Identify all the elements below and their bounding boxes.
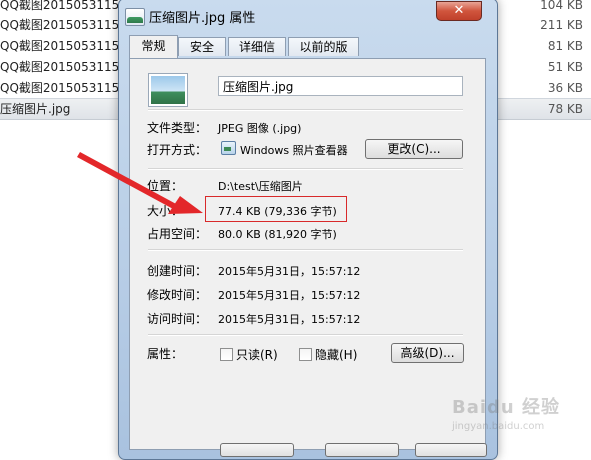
file-type-label: 文件类型： — [147, 121, 208, 135]
hidden-checkbox[interactable] — [299, 348, 312, 361]
location-label: 位置： — [147, 179, 184, 193]
properties-dialog: 压缩图片.jpg 属性 ✕ 常规 安全 详细信息 以前的版本 文件类型： JPE… — [118, 0, 498, 460]
general-tab-panel: 文件类型： JPEG 图像 (.jpg) 打开方式： Windows 照片查看器… — [129, 58, 486, 450]
open-with-label: 打开方式： — [147, 143, 208, 157]
hidden-label[interactable]: 隐藏(H) — [315, 346, 357, 363]
baidu-watermark: Baidu 经验 jingyan.baidu.com — [452, 393, 560, 432]
size-highlight-box — [205, 196, 347, 222]
tab-security[interactable]: 安全 — [178, 37, 226, 56]
image-file-icon — [125, 8, 145, 26]
tab-details[interactable]: 详细信息 — [228, 37, 286, 73]
separator — [148, 109, 463, 111]
separator — [148, 334, 463, 336]
close-button[interactable]: ✕ — [436, 1, 482, 21]
modified-label: 修改时间： — [147, 288, 208, 302]
filename-input[interactable] — [218, 76, 463, 96]
tab-previous-versions[interactable]: 以前的版本 — [288, 37, 359, 73]
apply-button[interactable] — [415, 443, 487, 457]
advanced-button[interactable]: 高级(D)... — [391, 343, 464, 363]
open-with-value: Windows 照片查看器 — [240, 144, 348, 157]
attributes-label: 属性： — [147, 347, 184, 361]
watermark-main: Baidu 经验 — [452, 397, 561, 418]
disk-size-label: 占用空间： — [147, 227, 208, 241]
tab-general[interactable]: 常规 — [129, 35, 178, 58]
location-value: D:\test\压缩图片 — [218, 180, 303, 193]
readonly-label[interactable]: 只读(R) — [236, 346, 278, 363]
file-type-value: JPEG 图像 (.jpg) — [218, 122, 302, 135]
change-button[interactable]: 更改(C)... — [365, 139, 463, 159]
created-value: 2015年5月31日，15:57:12 — [218, 265, 361, 278]
readonly-checkbox[interactable] — [220, 348, 233, 361]
image-thumbnail-icon — [148, 73, 188, 107]
photo-viewer-icon — [221, 141, 236, 155]
accessed-label: 访问时间： — [147, 312, 208, 326]
separator — [148, 168, 463, 170]
watermark-sub: jingyan.baidu.com — [452, 421, 545, 432]
close-icon: ✕ — [453, 3, 465, 18]
separator — [148, 249, 463, 251]
cancel-button[interactable] — [325, 443, 399, 457]
size-label: 大小： — [147, 204, 184, 218]
disk-size-value: 80.0 KB (81,920 字节) — [218, 228, 337, 241]
ok-button[interactable] — [220, 443, 294, 457]
title-bar[interactable]: 压缩图片.jpg 属性 ✕ — [119, 0, 497, 29]
created-label: 创建时间： — [147, 264, 208, 278]
modified-value: 2015年5月31日，15:57:12 — [218, 289, 361, 302]
dialog-title: 压缩图片.jpg 属性 — [149, 11, 256, 26]
accessed-value: 2015年5月31日，15:57:12 — [218, 313, 361, 326]
